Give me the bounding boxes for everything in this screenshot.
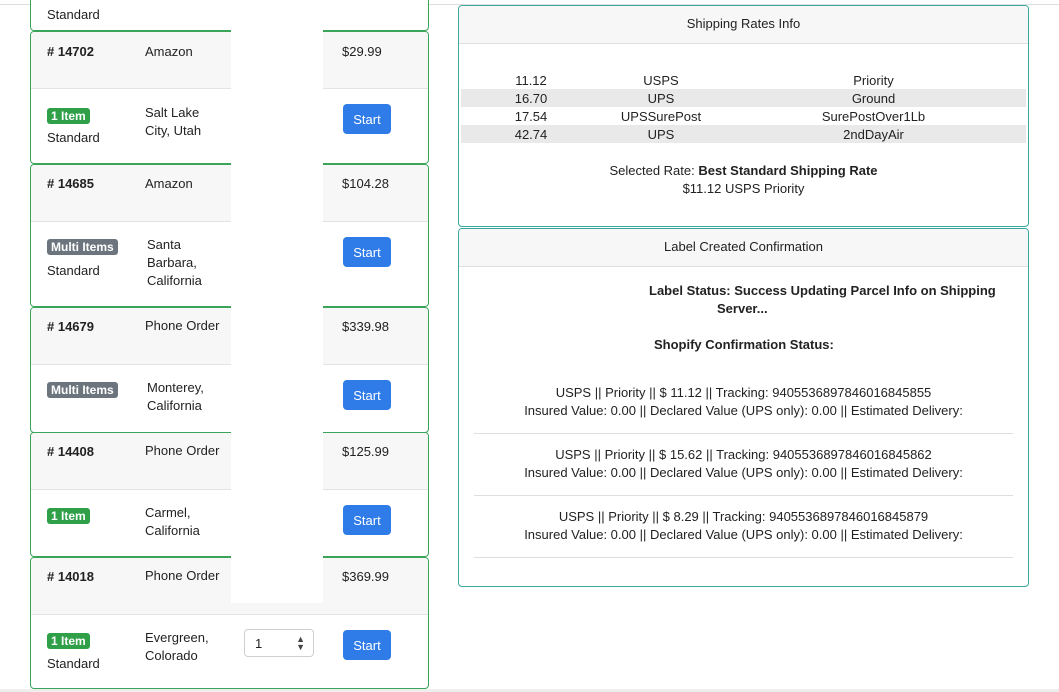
label-status-cont: Server... bbox=[717, 301, 768, 316]
rate-carrier: USPS bbox=[643, 72, 679, 88]
entry-divider bbox=[474, 557, 1013, 558]
rate-carrier: UPSSurePost bbox=[620, 108, 702, 124]
ship-location: Monterey, California bbox=[147, 380, 204, 413]
order-price: $125.99 bbox=[342, 444, 389, 459]
rates-table: 11.12 USPS Priority 16.70 UPS Ground 17.… bbox=[461, 71, 1026, 143]
shopify-status: Shopify Confirmation Status: bbox=[654, 337, 834, 352]
rate-carrier: UPS bbox=[601, 125, 721, 143]
shipping-type: Standard bbox=[47, 656, 100, 671]
item-count-badge: 1 Item bbox=[47, 633, 90, 649]
tracking-line: USPS || Priority || $ 11.12 || Tracking:… bbox=[555, 385, 932, 400]
order-card: # 14018 Phone Order $369.99 1 Item Stand… bbox=[30, 557, 429, 689]
rate-service: SurePostOver1Lb bbox=[821, 108, 926, 124]
order-card-header bbox=[31, 308, 428, 365]
order-card: # 14702 Amazon $29.99 1 Item Standard Sa… bbox=[30, 31, 429, 164]
quantity-value: 1 bbox=[255, 636, 263, 651]
value-line: Insured Value: 0.00 || Declared Value (U… bbox=[524, 403, 963, 418]
order-number: # 14685 bbox=[47, 176, 94, 191]
shipping-type: Standard bbox=[47, 263, 100, 278]
order-price: $369.99 bbox=[342, 569, 389, 584]
entry-divider bbox=[474, 495, 1013, 496]
order-price: $339.98 bbox=[342, 319, 389, 334]
value-line: Insured Value: 0.00 || Declared Value (U… bbox=[524, 465, 963, 480]
shipping-type: Standard bbox=[47, 130, 100, 145]
rate-price: 17.54 bbox=[514, 108, 548, 124]
order-card: Standard bbox=[30, 0, 429, 31]
order-number: # 14702 bbox=[47, 44, 94, 59]
selected-rate: Selected Rate: Best Standard Shipping Ra… bbox=[459, 163, 1028, 178]
rate-price: 16.70 bbox=[461, 89, 601, 107]
ship-location: Salt Lake City, Utah bbox=[145, 105, 202, 138]
order-channel: Phone Order bbox=[145, 568, 220, 583]
order-number: # 14018 bbox=[47, 569, 94, 584]
label-confirmation-title: Label Created Confirmation bbox=[459, 229, 1028, 267]
rate-row[interactable]: 11.12 USPS Priority bbox=[461, 71, 1026, 89]
item-count-badge: 1 Item bbox=[47, 508, 90, 524]
ship-location: Santa Barbara, California bbox=[147, 237, 202, 288]
rate-service: Priority bbox=[853, 72, 894, 88]
order-card-header bbox=[31, 32, 428, 89]
order-card-header bbox=[31, 433, 428, 490]
start-button[interactable]: Start bbox=[343, 237, 391, 267]
tracking-entry: USPS || Priority || $ 15.62 || Tracking:… bbox=[474, 446, 1013, 482]
rate-service: 2ndDayAir bbox=[721, 125, 1026, 143]
order-price: $29.99 bbox=[342, 44, 382, 59]
tracking-line: USPS || Priority || $ 15.62 || Tracking:… bbox=[555, 447, 932, 462]
order-card: # 14408 Phone Order $125.99 1 Item Carme… bbox=[30, 432, 429, 557]
rate-row[interactable]: 16.70 UPS Ground bbox=[461, 89, 1026, 107]
entry-divider bbox=[474, 433, 1013, 434]
redacted-column bbox=[231, 6, 323, 603]
tracking-line: USPS || Priority || $ 8.29 || Tracking: … bbox=[558, 509, 929, 524]
selected-rate-label: Selected Rate: bbox=[609, 163, 695, 178]
order-card: # 14679 Phone Order $339.98 Multi Items … bbox=[30, 307, 429, 433]
shipping-rates-panel: Shipping Rates Info 11.12 USPS Priority … bbox=[458, 5, 1029, 227]
order-channel: Amazon bbox=[145, 44, 193, 59]
order-number: # 14408 bbox=[47, 444, 94, 459]
label-status: Label Status: Success Updating Parcel In… bbox=[649, 283, 996, 298]
shipping-rates-title: Shipping Rates Info bbox=[459, 6, 1028, 44]
tracking-entry: USPS || Priority || $ 11.12 || Tracking:… bbox=[474, 384, 1013, 420]
shipping-type: Standard bbox=[47, 7, 100, 22]
rate-price: 11.12 bbox=[515, 72, 547, 88]
order-channel: Phone Order bbox=[145, 318, 220, 333]
item-count-badge: 1 Item bbox=[47, 108, 90, 124]
order-list: Standard # 14702 Amazon $29.99 1 Item St… bbox=[0, 0, 440, 692]
order-channel: Phone Order bbox=[145, 443, 220, 458]
rate-service: Ground bbox=[721, 89, 1026, 107]
order-channel: Amazon bbox=[145, 176, 193, 191]
tracking-entry: USPS || Priority || $ 8.29 || Tracking: … bbox=[474, 508, 1013, 544]
start-button[interactable]: Start bbox=[343, 505, 391, 535]
select-arrows-icon: ▲ ▼ bbox=[296, 634, 305, 652]
rate-row[interactable]: 42.74 UPS 2ndDayAir bbox=[461, 125, 1026, 143]
item-count-badge: Multi Items bbox=[47, 382, 118, 398]
start-button[interactable]: Start bbox=[343, 104, 391, 134]
order-card-header bbox=[31, 165, 428, 222]
rate-carrier: UPS bbox=[601, 89, 721, 107]
order-card-header bbox=[31, 558, 428, 615]
item-count-badge: Multi Items bbox=[47, 239, 118, 255]
start-button[interactable]: Start bbox=[343, 380, 391, 410]
order-price: $104.28 bbox=[342, 176, 389, 191]
rate-row[interactable]: 17.54 UPSSurePost SurePostOver1Lb bbox=[461, 107, 1026, 125]
value-line: Insured Value: 0.00 || Declared Value (U… bbox=[524, 527, 963, 542]
selected-rate-detail: $11.12 USPS Priority bbox=[682, 181, 805, 196]
rate-price: 42.74 bbox=[461, 125, 601, 143]
ship-location: Evergreen, Colorado bbox=[145, 630, 209, 663]
order-card: # 14685 Amazon $104.28 Multi Items Stand… bbox=[30, 164, 429, 307]
start-button[interactable]: Start bbox=[343, 630, 391, 660]
label-confirmation-panel: Label Created Confirmation Label Status:… bbox=[458, 228, 1029, 587]
order-number: # 14679 bbox=[47, 319, 94, 334]
selected-rate-value: Best Standard Shipping Rate bbox=[698, 163, 878, 178]
quantity-select[interactable]: 1 ▲ ▼ bbox=[244, 629, 314, 657]
ship-location: Carmel, California bbox=[145, 505, 200, 538]
